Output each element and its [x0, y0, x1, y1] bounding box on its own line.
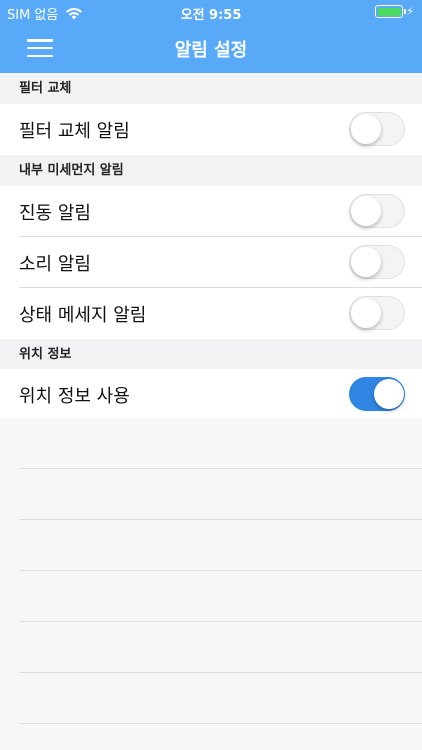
empty-row-divider	[19, 723, 422, 724]
row-label: 진동 알림	[19, 203, 91, 224]
row-filter-alert: 필터 교체 알림	[0, 104, 422, 155]
row-label: 필터 교체 알림	[19, 121, 130, 142]
toggle-knob	[350, 113, 381, 144]
row-sound-alert: 소리 알림	[0, 237, 422, 288]
section-header-dust: 내부 미세먼지 알림	[0, 155, 422, 186]
sound-alert-toggle[interactable]	[349, 245, 405, 279]
charging-bolt-icon: ⚡	[406, 5, 414, 18]
row-label: 소리 알림	[19, 254, 91, 275]
toggle-knob	[350, 195, 381, 226]
section-header-filter: 필터 교체	[0, 73, 422, 104]
toggle-knob	[350, 246, 381, 277]
row-status-message-alert: 상태 메세지 알림	[0, 288, 422, 339]
row-label: 상태 메세지 알림	[19, 305, 147, 326]
empty-row-divider	[19, 621, 422, 622]
empty-table-area	[0, 418, 422, 750]
toggle-knob	[373, 378, 404, 409]
row-label: 위치 정보 사용	[19, 386, 130, 407]
location-use-toggle[interactable]	[349, 377, 405, 411]
section-header-location: 위치 정보	[0, 339, 422, 370]
status-message-alert-toggle[interactable]	[349, 296, 405, 330]
nav-bar: 알림 설정	[0, 26, 422, 73]
vibration-alert-toggle[interactable]	[349, 194, 405, 228]
empty-row-divider	[19, 519, 422, 520]
row-vibration-alert: 진동 알림	[0, 186, 422, 237]
row-location-use: 위치 정보 사용	[0, 369, 422, 420]
battery-indicator: ⚡	[375, 5, 414, 18]
empty-row-divider	[19, 468, 422, 469]
filter-alert-toggle[interactable]	[349, 112, 405, 146]
battery-icon	[375, 5, 407, 18]
app-header: SIM 없음 오전 9:55 ⚡ 알림 설정	[0, 0, 422, 73]
empty-row-divider	[19, 672, 422, 673]
page-title: 알림 설정	[174, 40, 248, 61]
battery-fill	[377, 7, 401, 16]
status-time: 오전 9:55	[180, 8, 242, 23]
toggle-knob	[350, 297, 381, 328]
empty-row-divider	[19, 570, 422, 571]
status-bar: SIM 없음 오전 9:55 ⚡	[0, 0, 422, 26]
